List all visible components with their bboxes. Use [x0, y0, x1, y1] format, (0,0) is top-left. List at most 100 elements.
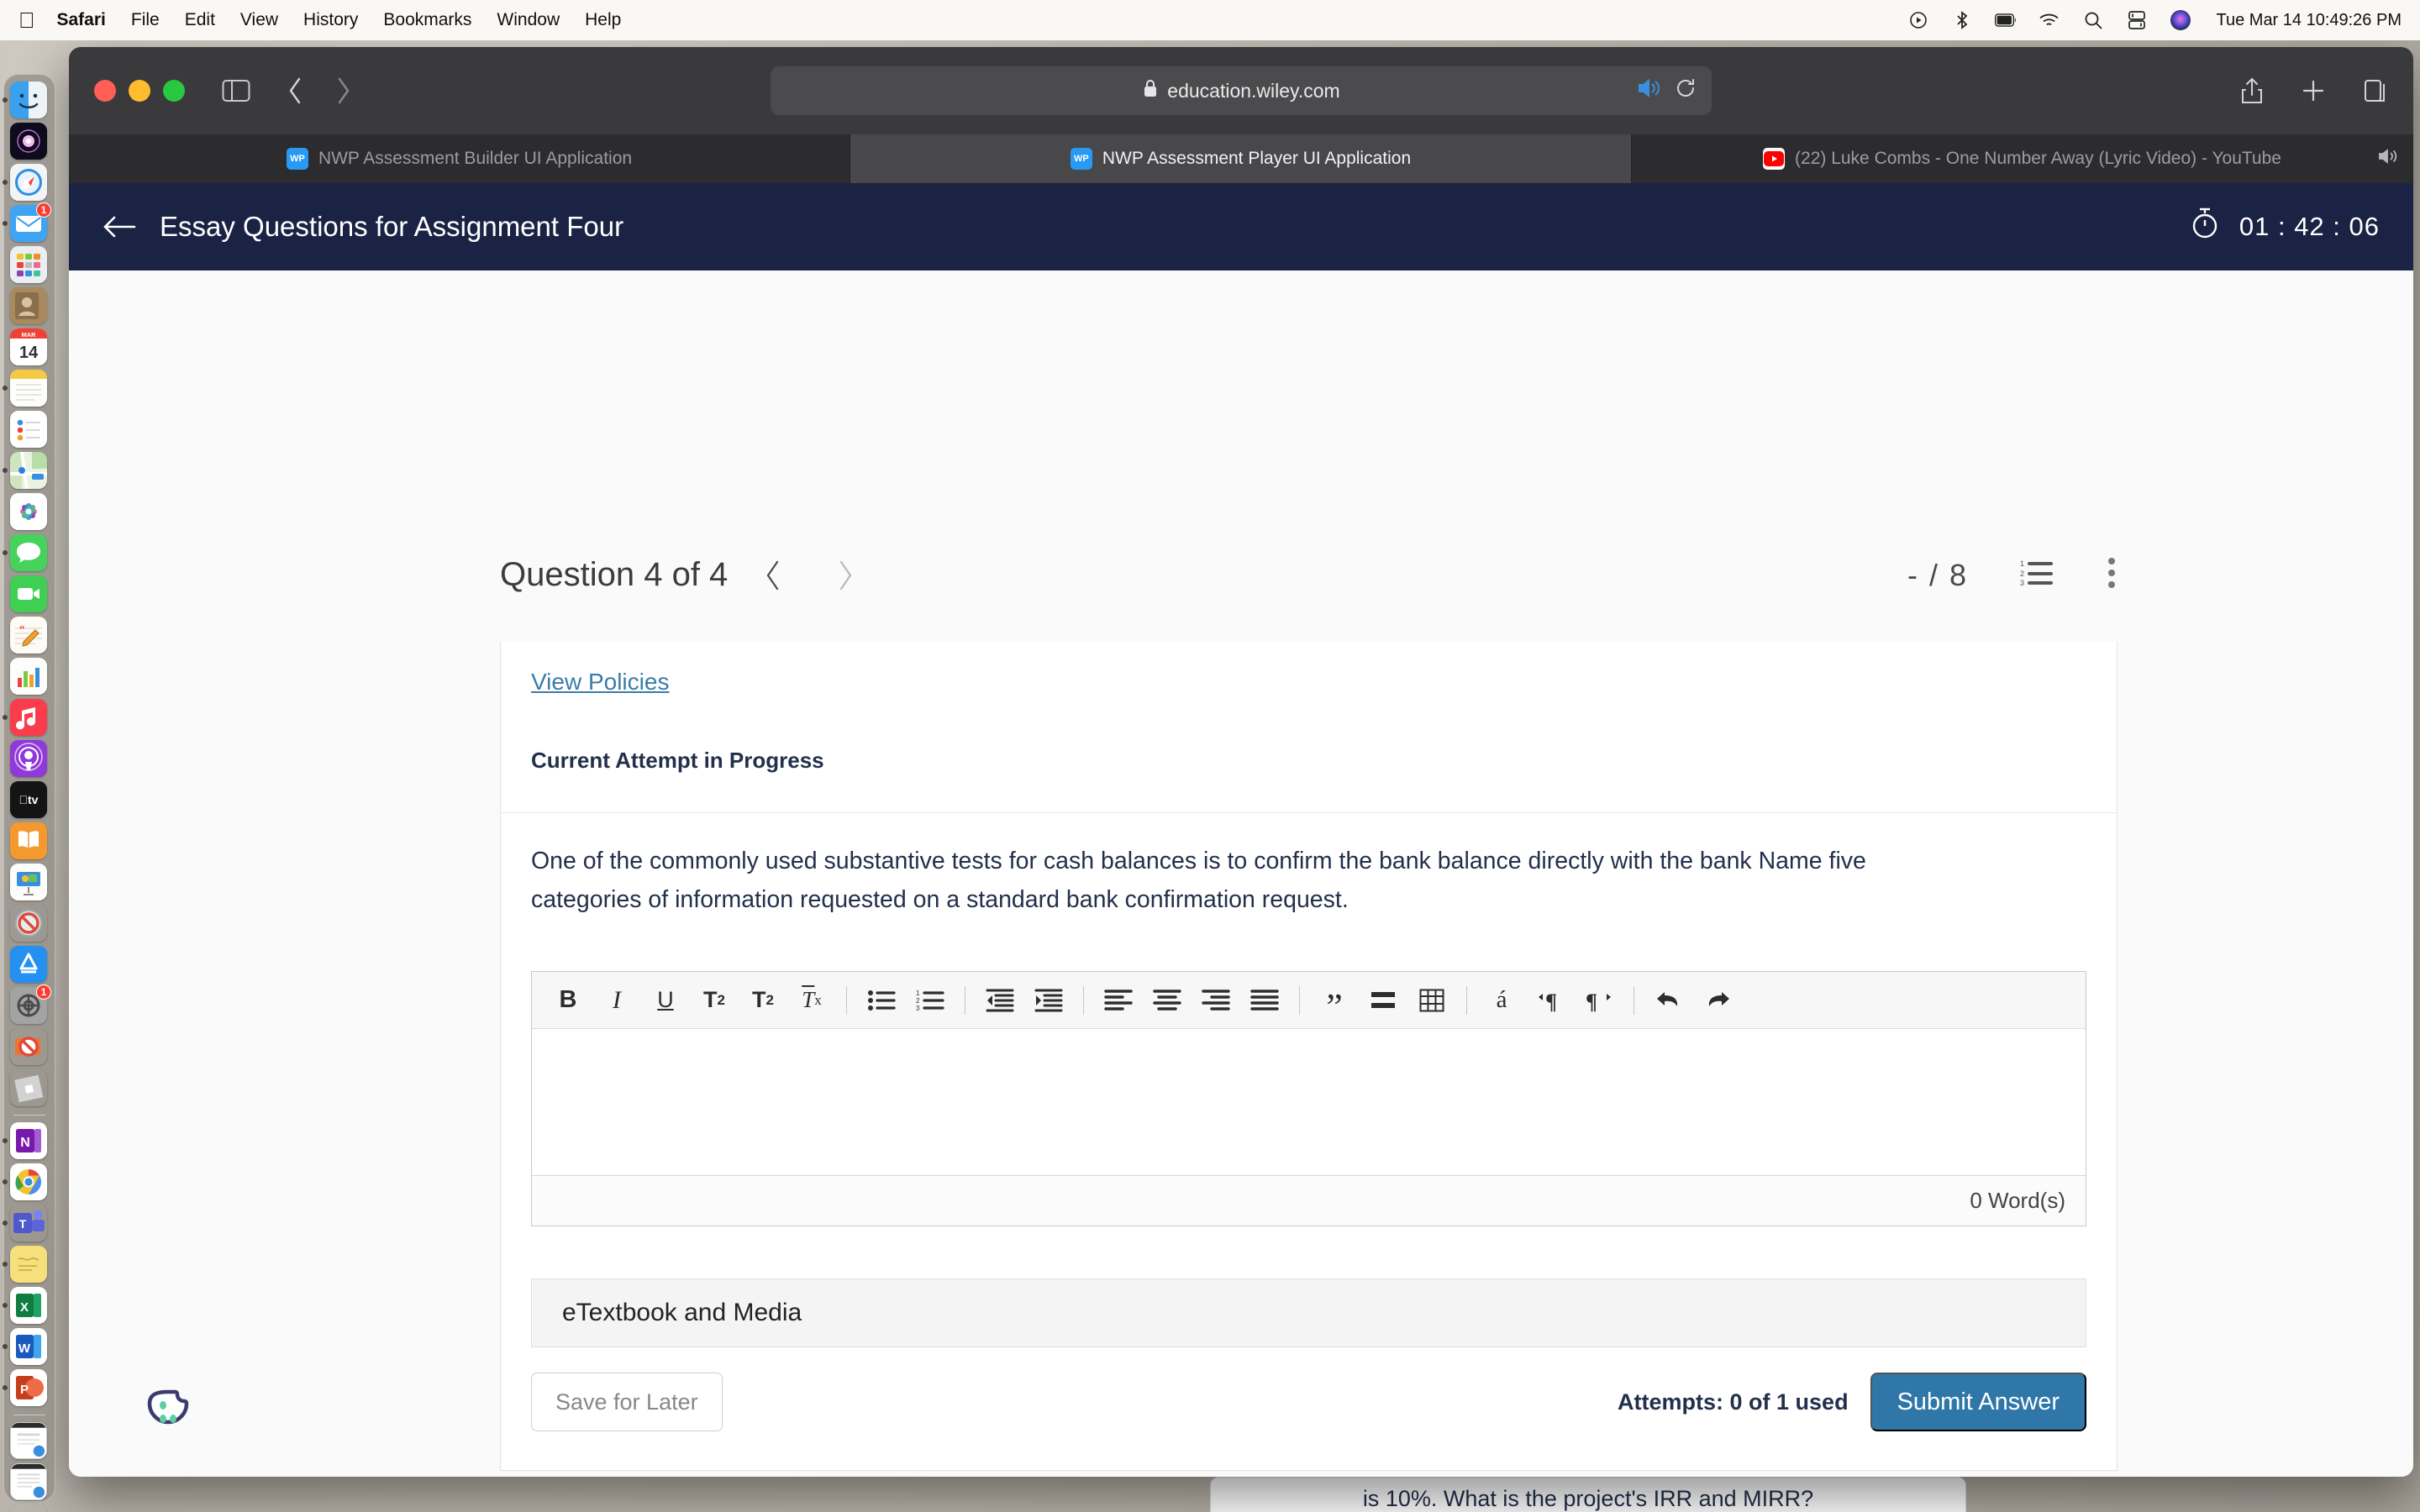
dock-item-mail[interactable]: 1	[3, 202, 51, 244]
control-center-icon[interactable]	[2126, 9, 2148, 31]
dock-item-launchpad[interactable]	[10, 246, 49, 285]
redo-icon[interactable]	[1693, 977, 1742, 1024]
dock-item-minimized-window-2[interactable]	[10, 1463, 49, 1502]
bold-icon[interactable]: B	[544, 977, 592, 1024]
submit-answer-button[interactable]: Submit Answer	[1870, 1373, 2086, 1432]
bluetooth-icon[interactable]	[1951, 9, 1973, 31]
align-left-icon[interactable]	[1094, 977, 1143, 1024]
tab-audio-icon[interactable]	[2377, 147, 2399, 171]
dock-item-appletv[interactable]: tv	[10, 781, 49, 820]
horizontal-rule-icon[interactable]	[1359, 977, 1407, 1024]
dock-item-powerpoint[interactable]: P	[3, 1369, 49, 1408]
text-direction-rtl-icon[interactable]: ¶	[1575, 977, 1623, 1024]
tab-nwp-assessment-builder[interactable]: WP NWP Assessment Builder UI Application	[69, 134, 850, 183]
speaker-icon[interactable]	[1636, 77, 1661, 104]
dock-item-safari[interactable]	[3, 164, 49, 202]
outdent-icon[interactable]	[976, 977, 1024, 1024]
subscript-icon[interactable]: T2	[690, 977, 739, 1024]
dock-item-siri[interactable]	[10, 123, 49, 161]
screen-record-icon[interactable]	[1907, 9, 1929, 31]
wifi-icon[interactable]	[2039, 9, 2060, 31]
dock-item-chrome[interactable]	[3, 1163, 49, 1202]
dock-item-reminders[interactable]	[10, 411, 49, 449]
text-direction-ltr-icon[interactable]: ¶	[1526, 977, 1575, 1024]
tab-nwp-assessment-player[interactable]: WP NWP Assessment Player UI Application	[850, 134, 1632, 183]
menu-item-safari[interactable]: Safari	[57, 10, 106, 30]
reload-icon[interactable]	[1675, 77, 1697, 104]
dock-item-contacts[interactable]	[10, 287, 49, 326]
underline-icon[interactable]: U	[641, 977, 690, 1024]
answer-textarea[interactable]	[532, 1029, 2086, 1176]
menu-item-edit[interactable]: Edit	[185, 10, 215, 30]
align-right-icon[interactable]	[1192, 977, 1240, 1024]
back-arrow-icon[interactable]	[103, 213, 136, 241]
align-center-icon[interactable]	[1143, 977, 1192, 1024]
more-vertical-icon[interactable]	[2106, 557, 2118, 593]
siri-icon[interactable]	[2170, 9, 2191, 31]
battery-icon[interactable]	[1994, 9, 2017, 31]
menu-item-view[interactable]: View	[240, 10, 278, 30]
dock-item-maps[interactable]	[3, 452, 49, 491]
dock-item-minimized-window-1[interactable]	[10, 1422, 49, 1461]
etextbook-and-media-section[interactable]: eTextbook and Media	[531, 1278, 2086, 1348]
dock-item-onenote[interactable]: N	[3, 1122, 49, 1161]
save-for-later-button[interactable]: Save for Later	[531, 1373, 723, 1432]
dock-item-app-store[interactable]	[10, 946, 49, 984]
menu-item-window[interactable]: Window	[497, 10, 560, 30]
dock-item-stickies[interactable]	[3, 1246, 49, 1284]
dock-item-photos[interactable]	[10, 493, 49, 532]
remove-format-icon[interactable]: Tx	[787, 977, 836, 1024]
forward-chevron-icon[interactable]	[334, 76, 353, 105]
dock-item-teams[interactable]: T	[3, 1205, 49, 1243]
dock-item-system-settings[interactable]: 1	[10, 984, 51, 1026]
dock-item-trash[interactable]	[10, 1504, 49, 1512]
menu-item-bookmarks[interactable]: Bookmarks	[383, 10, 471, 30]
dock-item-calendar[interactable]: MAR 14	[10, 328, 49, 367]
dock-item-podcasts[interactable]	[10, 740, 49, 779]
minimize-window-button[interactable]	[129, 80, 150, 102]
align-justify-icon[interactable]	[1240, 977, 1289, 1024]
menu-item-help[interactable]: Help	[585, 10, 621, 30]
dock-item-facetime[interactable]	[10, 575, 49, 614]
dock-item-finder[interactable]	[3, 81, 49, 120]
dock-item-notes[interactable]	[3, 370, 49, 408]
numbered-list-icon[interactable]: 123	[2020, 559, 2054, 591]
dock-item-numbers[interactable]	[10, 658, 49, 696]
dock-item-roblox[interactable]	[10, 1069, 49, 1108]
next-question-button[interactable]	[835, 559, 855, 592]
apple-logo-icon[interactable]: 	[18, 9, 35, 31]
new-tab-plus-icon[interactable]	[2301, 78, 2326, 103]
numbered-list-icon[interactable]: 123	[906, 977, 955, 1024]
close-window-button[interactable]	[94, 80, 116, 102]
italic-icon[interactable]: I	[592, 977, 641, 1024]
back-chevron-icon[interactable]	[286, 76, 304, 105]
view-policies-link[interactable]: View Policies	[531, 669, 669, 696]
indent-icon[interactable]	[1024, 977, 1073, 1024]
previous-question-button[interactable]	[763, 559, 783, 592]
cookie-consent-icon[interactable]	[143, 1383, 197, 1441]
menubar-clock[interactable]: Tue Mar 14 10:49:26 PM	[2217, 11, 2402, 30]
dock-item-messages[interactable]	[3, 534, 49, 573]
address-bar[interactable]: education.wiley.com	[771, 66, 1712, 115]
tab-overview-icon[interactable]	[2363, 78, 2388, 103]
table-icon[interactable]	[1407, 977, 1456, 1024]
dock-item-blocked-app[interactable]	[10, 905, 49, 943]
dock-item-excel[interactable]: X	[3, 1287, 49, 1326]
search-icon[interactable]	[2082, 9, 2104, 31]
special-character-icon[interactable]: á	[1477, 977, 1526, 1024]
tab-youtube-luke-combs[interactable]: (22) Luke Combs - One Number Away (Lyric…	[1632, 134, 2413, 183]
dock-item-keynote[interactable]	[10, 864, 49, 902]
superscript-icon[interactable]: T2	[739, 977, 787, 1024]
dock-item-pages[interactable]: “	[10, 617, 49, 655]
undo-icon[interactable]	[1644, 977, 1693, 1024]
sidebar-icon[interactable]	[222, 79, 250, 102]
dock-item-word[interactable]: W	[3, 1328, 49, 1367]
background-window-peek[interactable]: is 10%. What is the project's IRR and MI…	[1210, 1477, 1966, 1512]
menu-item-file[interactable]: File	[131, 10, 160, 30]
maximize-window-button[interactable]	[163, 80, 185, 102]
blockquote-icon[interactable]: ”	[1310, 977, 1359, 1026]
dock-item-music[interactable]	[3, 699, 49, 738]
menu-item-history[interactable]: History	[303, 10, 358, 30]
dock-item-blocked-app-2[interactable]	[10, 1028, 49, 1067]
share-icon[interactable]	[2240, 76, 2264, 105]
